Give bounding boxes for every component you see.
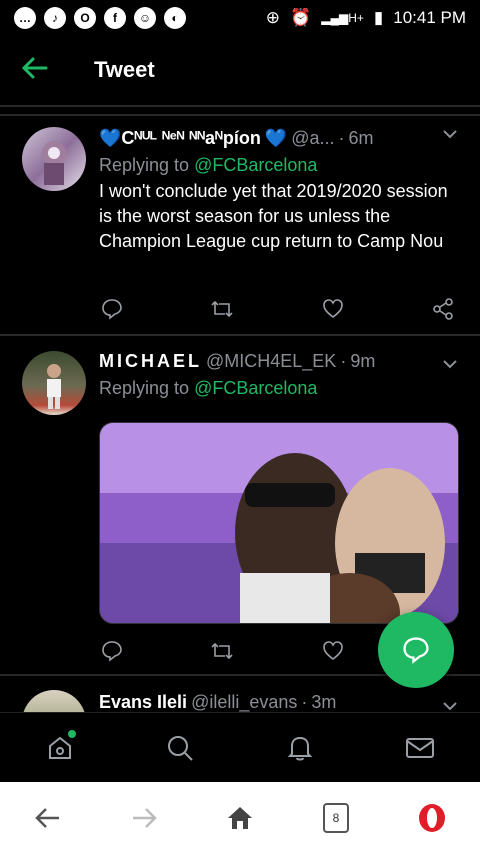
dot-separator: · — [340, 351, 347, 371]
status-bar: … ♪ O f ☺ ◐ ⊕ ⏰ ▂▄▆H+ ▮ 10:41 PM — [0, 0, 480, 36]
replying-to: Replying to @FCBarcelona — [99, 155, 456, 176]
replying-to: Replying to @FCBarcelona — [99, 378, 456, 399]
app-icon: ◐ — [164, 7, 186, 29]
arrow-right-icon — [133, 808, 157, 828]
display-name[interactable]: Evans Ileli — [99, 692, 187, 712]
tweet-age: 9m — [350, 351, 376, 371]
signal-icon: ▂▄▆H+ — [321, 11, 364, 25]
browser-home-button[interactable] — [218, 796, 262, 840]
handle[interactable]: @MICH4EL_EK — [206, 351, 336, 372]
tweet-item[interactable]: 💙 Cᴺᵁᴸ ᴺᵉᴺ ᴺᴺaᴺpíon 💙 @a... · 6m Replyin… — [0, 116, 480, 334]
dot-separator: · — [338, 128, 345, 148]
tab-count: 8 — [323, 803, 349, 833]
like-icon[interactable] — [320, 296, 346, 322]
unread-dot — [68, 730, 76, 738]
mail-icon — [406, 738, 434, 758]
facebook-icon: f — [104, 7, 126, 29]
search-tab[interactable] — [160, 728, 200, 768]
tweet-media-image[interactable] — [99, 422, 459, 624]
bell-icon — [287, 736, 313, 761]
home-icon — [49, 736, 71, 759]
handle[interactable]: @ilelli_evans — [191, 692, 297, 712]
reply-mention-link[interactable]: @FCBarcelona — [194, 378, 317, 398]
chevron-down-icon[interactable] — [442, 356, 458, 374]
compose-reply-button[interactable] — [378, 612, 454, 688]
dot-separator: · — [301, 692, 308, 712]
handle[interactable]: @a... — [291, 128, 334, 149]
tweet-header: 💙 Cᴺᵁᴸ ᴺᵉᴺ ᴺᴺaᴺpíon 💙 @a... · 6m — [99, 128, 456, 149]
divider — [0, 105, 480, 107]
avatar[interactable] — [22, 127, 86, 191]
reply-mention-link[interactable]: @FCBarcelona — [194, 155, 317, 175]
reply-icon[interactable] — [99, 638, 125, 664]
message-icon: … — [14, 7, 36, 29]
tweet-text: I won't conclude yet that 2019/2020 sess… — [99, 181, 448, 251]
retweet-icon[interactable] — [209, 296, 235, 322]
reply-label: Replying to — [99, 155, 190, 175]
display-name[interactable]: MICHAEL — [99, 351, 202, 372]
tweet-age: 6m — [348, 128, 374, 148]
clock: 10:41 PM — [393, 8, 466, 27]
browser-forward-button[interactable] — [122, 796, 166, 840]
reply-icon — [403, 637, 429, 664]
music-icon: ♪ — [44, 7, 66, 29]
tweet-header: MICHAEL @MICH4EL_EK · 9m — [99, 351, 456, 372]
share-icon[interactable] — [430, 296, 456, 322]
heart-emoji-icon: 💙 — [99, 128, 122, 148]
retweet-icon[interactable] — [209, 638, 235, 664]
browser-back-button[interactable] — [26, 796, 70, 840]
page-title: Tweet — [94, 57, 155, 82]
chat-icon: ☺ — [134, 7, 156, 29]
tweet-header: Evans Ileli @ilelli_evans · 3m — [99, 692, 456, 712]
arrow-left-icon — [35, 808, 59, 828]
tweet-age: 3m — [311, 692, 337, 712]
app-bar: Tweet — [0, 36, 480, 104]
browser-toolbar: 8 — [0, 782, 480, 854]
reply-label: Replying to — [99, 378, 190, 398]
tweet-actions — [99, 296, 456, 322]
data-saver-icon: ⊕ — [265, 8, 281, 27]
reply-icon[interactable] — [99, 296, 125, 322]
avatar[interactable] — [22, 351, 86, 415]
notifications-tab[interactable] — [280, 728, 320, 768]
messages-tab[interactable] — [400, 728, 440, 768]
like-icon[interactable] — [320, 638, 346, 664]
chevron-down-icon[interactable] — [442, 698, 458, 712]
heart-emoji-icon: 💙 — [264, 128, 288, 148]
opera-menu-button[interactable] — [410, 796, 454, 840]
avatar[interactable] — [22, 690, 86, 712]
bottom-nav — [0, 712, 480, 783]
opera-logo-icon — [419, 804, 445, 832]
browser-tabs-button[interactable]: 8 — [314, 796, 358, 840]
chevron-down-icon[interactable] — [442, 126, 458, 144]
alarm-icon: ⏰ — [290, 8, 312, 27]
home-tab[interactable] — [40, 728, 80, 768]
notification-icons: … ♪ O f ☺ ◐ — [14, 7, 186, 29]
back-arrow-icon[interactable] — [21, 56, 72, 84]
battery-icon: ▮ — [373, 8, 384, 27]
display-name[interactable]: Cᴺᵁᴸ ᴺᵉᴺ ᴺᴺaᴺpíon — [121, 128, 260, 149]
network-type: H+ — [348, 11, 364, 25]
search-icon — [168, 736, 193, 761]
opera-icon: O — [74, 7, 96, 29]
home-icon — [228, 807, 252, 829]
